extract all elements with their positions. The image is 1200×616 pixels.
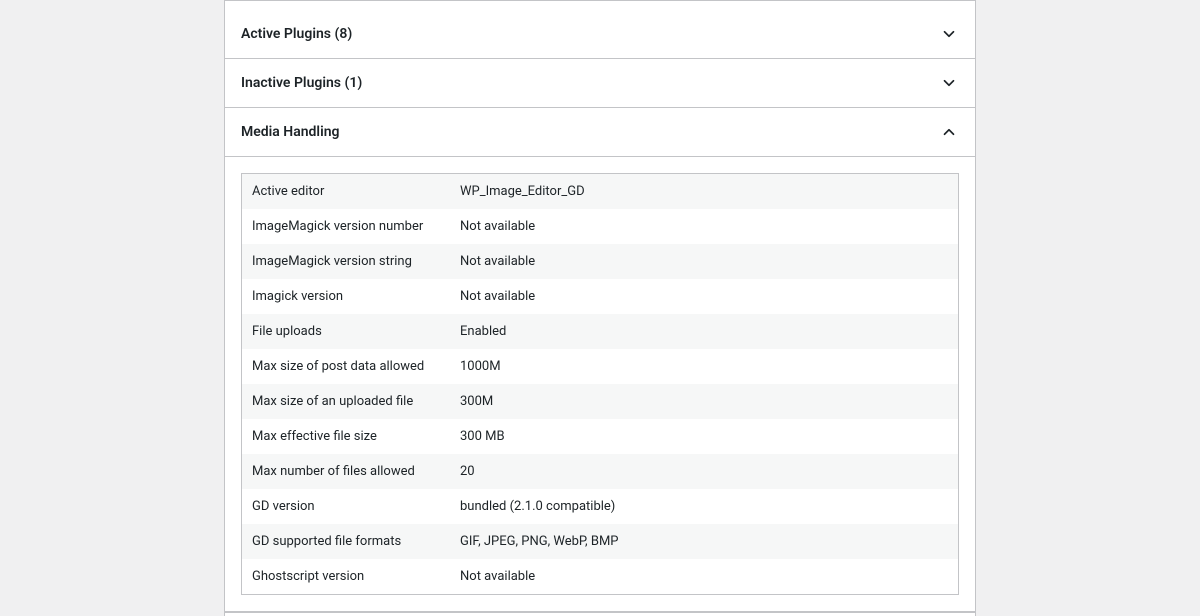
row-value: 1000M <box>456 349 958 384</box>
chevron-down-icon <box>939 73 959 93</box>
row-label: Imagick version <box>242 279 456 314</box>
row-value: WP_Image_Editor_GD <box>456 174 958 209</box>
section-title: Active Plugins (8) <box>241 26 352 42</box>
row-value: Not available <box>456 209 958 244</box>
row-label: ImageMagick version number <box>242 209 456 244</box>
row-value: Not available <box>456 244 958 279</box>
row-value: Not available <box>456 559 958 594</box>
table-row: Max size of an uploaded file 300M <box>242 384 958 419</box>
section-title: Inactive Plugins (1) <box>241 75 362 91</box>
chevron-down-icon <box>939 24 959 44</box>
section-title: Media Handling <box>241 124 340 140</box>
table-row: GD supported file formats GIF, JPEG, PNG… <box>242 524 958 559</box>
row-value: 20 <box>456 454 958 489</box>
table-row: Max effective file size 300 MB <box>242 419 958 454</box>
row-label: Max effective file size <box>242 419 456 454</box>
table-row: GD version bundled (2.1.0 compatible) <box>242 489 958 524</box>
row-label: Ghostscript version <box>242 559 456 594</box>
media-handling-table: Active editor WP_Image_Editor_GD ImageMa… <box>241 173 959 595</box>
table-row: Max size of post data allowed 1000M <box>242 349 958 384</box>
row-value: 300 MB <box>456 419 958 454</box>
table-row: ImageMagick version string Not available <box>242 244 958 279</box>
table-row: Max number of files allowed 20 <box>242 454 958 489</box>
row-value: 300M <box>456 384 958 419</box>
section-header-media-handling[interactable]: Media Handling <box>224 108 976 157</box>
table-row: File uploads Enabled <box>242 314 958 349</box>
row-label: GD version <box>242 489 456 524</box>
row-value: Enabled <box>456 314 958 349</box>
section-body-media-handling: Active editor WP_Image_Editor_GD ImageMa… <box>224 157 976 612</box>
row-value: GIF, JPEG, PNG, WebP, BMP <box>456 524 958 559</box>
previous-section-stub <box>224 0 976 10</box>
row-label: Max number of files allowed <box>242 454 456 489</box>
table-row: Imagick version Not available <box>242 279 958 314</box>
row-value: Not available <box>456 279 958 314</box>
section-header-inactive-plugins[interactable]: Inactive Plugins (1) <box>224 59 976 108</box>
chevron-up-icon <box>939 122 959 142</box>
row-label: ImageMagick version string <box>242 244 456 279</box>
row-label: Max size of post data allowed <box>242 349 456 384</box>
site-health-panel: Active Plugins (8) Inactive Plugins (1) … <box>224 0 976 616</box>
row-label: GD supported file formats <box>242 524 456 559</box>
row-label: Max size of an uploaded file <box>242 384 456 419</box>
row-label: Active editor <box>242 174 456 209</box>
row-label: File uploads <box>242 314 456 349</box>
section-header-active-plugins[interactable]: Active Plugins (8) <box>224 10 976 59</box>
table-row: Ghostscript version Not available <box>242 559 958 594</box>
next-section-stub <box>224 612 976 616</box>
table-row: ImageMagick version number Not available <box>242 209 958 244</box>
row-value: bundled (2.1.0 compatible) <box>456 489 958 524</box>
table-row: Active editor WP_Image_Editor_GD <box>242 174 958 209</box>
